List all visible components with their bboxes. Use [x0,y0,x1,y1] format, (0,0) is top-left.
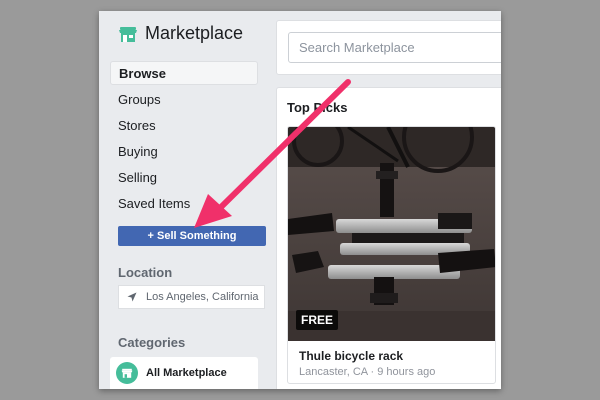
listing-card[interactable]: FREE Thule bicycle rack Lancaster, CA · … [287,126,496,384]
category-label: All Marketplace [146,367,227,379]
storefront-icon [116,362,138,384]
listing-title[interactable]: Thule bicycle rack [299,349,403,363]
storefront-icon [119,26,137,42]
sell-something-button[interactable]: + Sell Something [118,226,266,246]
category-all-marketplace[interactable]: All Marketplace [110,357,258,389]
location-field[interactable]: Los Angeles, California [118,285,265,309]
sidebar-item-selling[interactable]: Selling [110,165,258,189]
top-picks-card: Top Picks FREE Thule bicycle rack Lancas… [276,87,501,389]
brand[interactable]: Marketplace [118,23,243,44]
sidebar-item-browse[interactable]: Browse [110,61,258,85]
brand-title: Marketplace [145,23,244,43]
sidebar-item-groups[interactable]: Groups [110,87,258,111]
location-heading: Location [118,265,173,280]
location-arrow-icon [127,292,137,302]
location-value: Los Angeles, California [146,291,259,303]
search-card [276,20,501,75]
search-input[interactable] [288,32,501,63]
sidebar-item-saved-items[interactable]: Saved Items [110,191,258,215]
categories-heading: Categories [118,335,186,350]
listing-meta: Lancaster, CA · 9 hours ago [299,366,436,378]
listing-photo[interactable] [288,127,496,341]
sidebar-nav: Browse Groups Stores Buying Selling Save… [110,61,258,217]
sidebar: Marketplace Browse Groups Stores Buying … [99,11,269,389]
free-badge: FREE [296,310,339,330]
marketplace-window: Marketplace Browse Groups Stores Buying … [99,11,501,389]
sidebar-item-stores[interactable]: Stores [110,113,258,137]
sidebar-item-buying[interactable]: Buying [110,139,258,163]
top-picks-heading: Top Picks [287,100,348,115]
